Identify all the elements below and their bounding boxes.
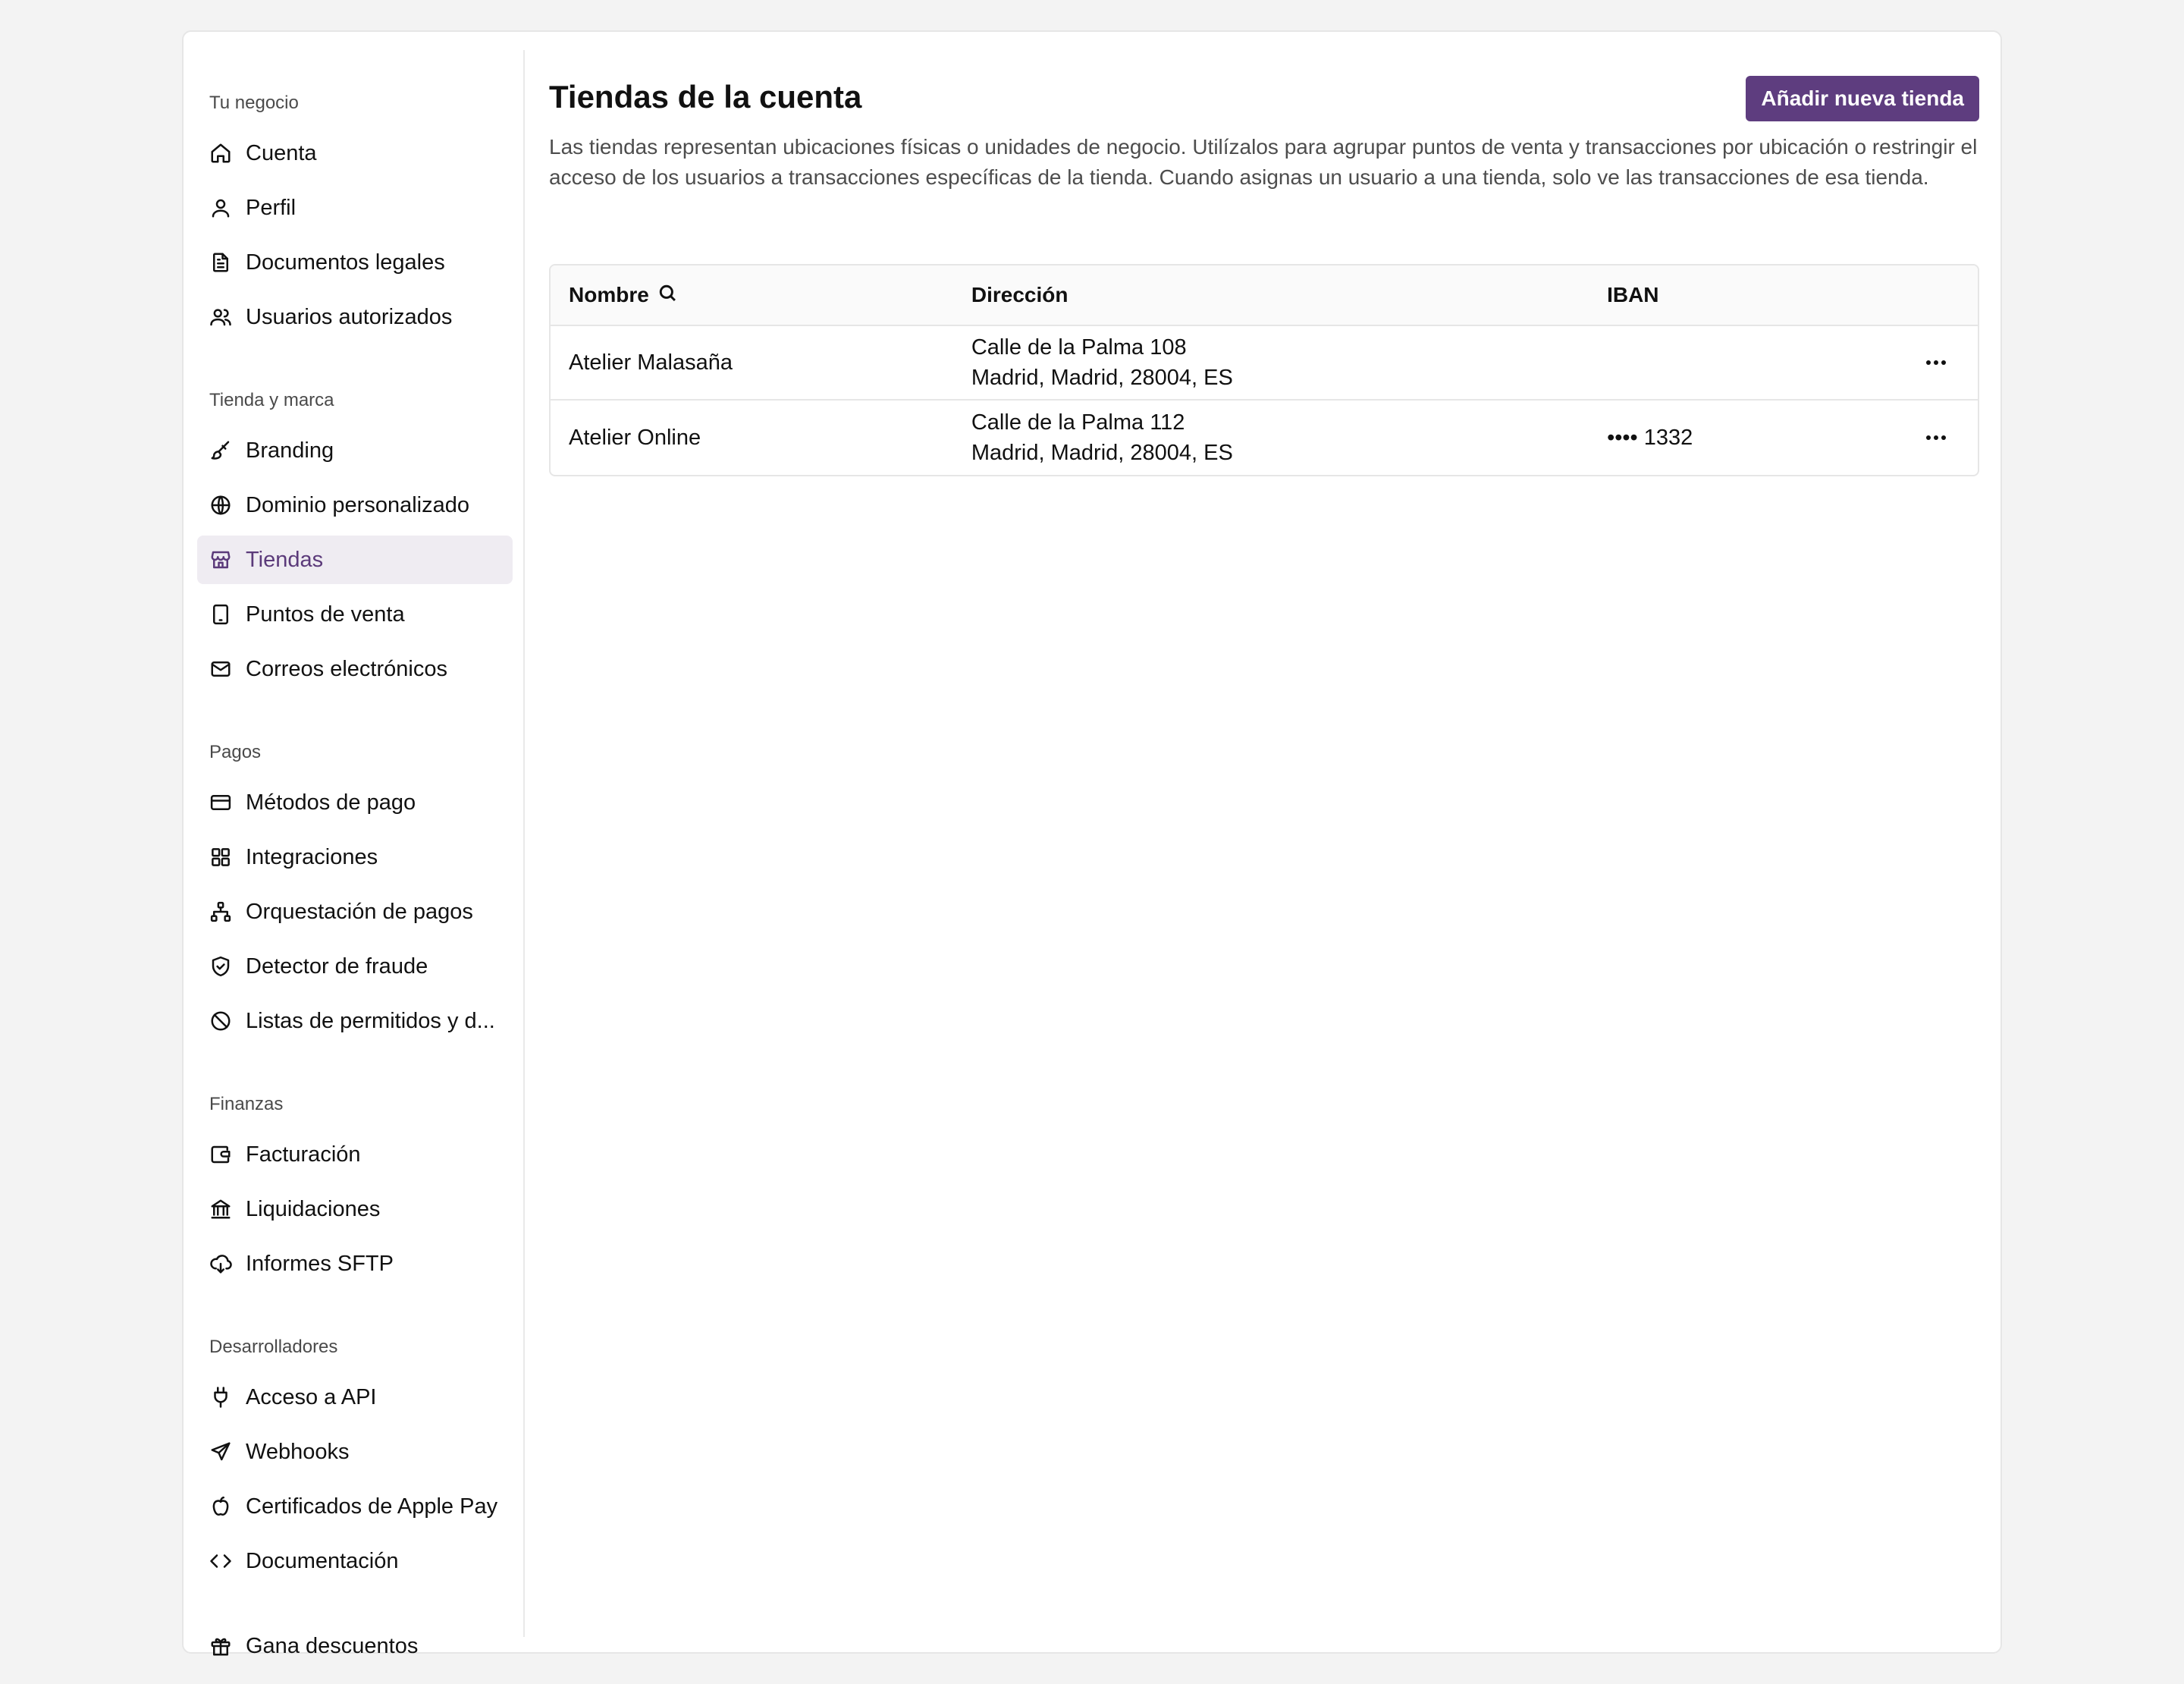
wallet-icon: [209, 1143, 232, 1166]
sidebar-item-label: Documentos legales: [246, 250, 445, 275]
cloud-download-icon: [209, 1252, 232, 1275]
sidebar-item-label: Facturación: [246, 1142, 361, 1167]
sidebar-item-label: Informes SFTP: [246, 1251, 394, 1276]
sidebar-item-cuenta[interactable]: Cuenta: [197, 129, 513, 178]
user-icon: [209, 196, 232, 219]
sidebar-item-certificados-apple-pay[interactable]: Certificados de Apple Pay: [197, 1482, 513, 1531]
section-label-tienda-y-marca: Tienda y marca: [209, 390, 334, 410]
sidebar-item-metodos-de-pago[interactable]: Métodos de pago: [197, 778, 513, 827]
section-label-finanzas: Finanzas: [209, 1094, 284, 1114]
sidebar-item-gana-descuentos[interactable]: Gana descuentos: [197, 1622, 513, 1670]
sidebar-item-label: Correos electrónicos: [246, 656, 447, 681]
store-name: Atelier Online: [569, 425, 701, 450]
section-label-pagos: Pagos: [209, 742, 262, 762]
send-icon: [209, 1441, 232, 1463]
stores-table: Nombre Dirección IBAN Atelier Malasaña C…: [549, 264, 1979, 476]
gift-icon: [209, 1635, 232, 1657]
table-row[interactable]: Atelier Malasaña Calle de la Palma 108 M…: [551, 326, 1978, 401]
home-icon: [209, 142, 232, 165]
sidebar-item-facturacion[interactable]: Facturación: [197, 1130, 513, 1179]
table-row[interactable]: Atelier Online Calle de la Palma 112 Mad…: [551, 401, 1978, 475]
sidebar-item-branding[interactable]: Branding: [197, 426, 513, 475]
sidebar-item-integraciones[interactable]: Integraciones: [197, 833, 513, 881]
column-header-name-label: Nombre: [569, 283, 649, 306]
apple-icon: [209, 1495, 232, 1518]
page-title: Tiendas de la cuenta: [549, 79, 862, 115]
sidebar-item-usuarios-autorizados[interactable]: Usuarios autorizados: [197, 293, 513, 341]
sidebar-item-label: Certificados de Apple Pay: [246, 1494, 498, 1519]
ban-icon: [209, 1010, 232, 1032]
sidebar-item-label: Listas de permitidos y d...: [246, 1008, 495, 1033]
sidebar-item-label: Tiendas: [246, 547, 324, 572]
shield-check-icon: [209, 955, 232, 978]
sidebar-item-puntos-de-venta[interactable]: Puntos de venta: [197, 590, 513, 639]
tablet-icon: [209, 603, 232, 626]
sidebar-item-acceso-a-api[interactable]: Acceso a API: [197, 1373, 513, 1422]
search-icon[interactable]: [649, 282, 678, 309]
sidebar-item-dominio-personalizado[interactable]: Dominio personalizado: [197, 481, 513, 529]
settings-card: Tu negocio Cuenta Perfil Documentos lega…: [182, 30, 2002, 1658]
sidebar-item-label: Dominio personalizado: [246, 492, 469, 517]
page-description: Las tiendas representan ubicaciones físi…: [549, 135, 1978, 189]
store-address: Calle de la Palma 112 Madrid, Madrid, 28…: [971, 407, 1607, 468]
sidebar-item-liquidaciones[interactable]: Liquidaciones: [197, 1185, 513, 1233]
section-label-tu-negocio: Tu negocio: [209, 93, 299, 113]
sidebar-item-label: Branding: [246, 438, 334, 463]
code-icon: [209, 1550, 232, 1572]
sidebar-item-label: Liquidaciones: [246, 1196, 381, 1221]
users-icon: [209, 306, 232, 328]
store-name: Atelier Malasaña: [569, 350, 733, 375]
sidebar-item-webhooks[interactable]: Webhooks: [197, 1428, 513, 1476]
sidebar-item-label: Documentación: [246, 1548, 399, 1573]
sidebar-item-perfil[interactable]: Perfil: [197, 184, 513, 232]
section-label-desarrolladores: Desarrolladores: [209, 1337, 338, 1357]
credit-card-icon: [209, 791, 232, 814]
sidebar-item-documentacion[interactable]: Documentación: [197, 1537, 513, 1585]
column-header-name[interactable]: Nombre: [551, 282, 971, 309]
grid-icon: [209, 846, 232, 869]
mail-icon: [209, 658, 232, 680]
sidebar-item-correos-electronicos[interactable]: Correos electrónicos: [197, 645, 513, 693]
sidebar: Tu negocio Cuenta Perfil Documentos lega…: [197, 50, 525, 1658]
sidebar-item-label: Webhooks: [246, 1439, 350, 1464]
plug-icon: [209, 1386, 232, 1409]
column-header-address: Dirección: [971, 283, 1068, 306]
globe-icon: [209, 494, 232, 517]
table-header-row: Nombre Dirección IBAN: [551, 265, 1978, 326]
sidebar-item-documentos-legales[interactable]: Documentos legales: [197, 238, 513, 287]
sidebar-item-detector-de-fraude[interactable]: Detector de fraude: [197, 942, 513, 991]
sidebar-item-label: Perfil: [246, 195, 297, 220]
store-address-line2: Madrid, Madrid, 28004, ES: [971, 441, 1233, 465]
sidebar-item-label: Puntos de venta: [246, 602, 405, 627]
store-address: Calle de la Palma 108 Madrid, Madrid, 28…: [971, 332, 1607, 393]
sidebar-item-label: Métodos de pago: [246, 790, 416, 815]
document-icon: [209, 251, 232, 274]
network-icon: [209, 900, 232, 923]
more-options-icon[interactable]: [1926, 435, 1947, 440]
more-options-icon[interactable]: [1926, 360, 1947, 365]
sidebar-item-tiendas[interactable]: Tiendas: [197, 536, 513, 584]
column-header-iban: IBAN: [1607, 283, 1659, 306]
store-icon: [209, 548, 232, 571]
add-store-button[interactable]: Añadir nueva tienda: [1746, 76, 1979, 121]
sidebar-item-listas-de-permitidos[interactable]: Listas de permitidos y d...: [197, 997, 513, 1045]
sidebar-item-label: Cuenta: [246, 140, 317, 165]
bank-icon: [209, 1198, 232, 1221]
brush-icon: [209, 439, 232, 462]
sidebar-item-informes-sftp[interactable]: Informes SFTP: [197, 1239, 513, 1288]
sidebar-item-label: Orquestación de pagos: [246, 899, 473, 924]
store-address-line2: Madrid, Madrid, 28004, ES: [971, 366, 1233, 390]
sidebar-item-label: Acceso a API: [246, 1384, 377, 1409]
sidebar-item-orquestacion-de-pagos[interactable]: Orquestación de pagos: [197, 888, 513, 936]
sidebar-item-label: Gana descuentos: [246, 1633, 419, 1658]
sidebar-item-label: Integraciones: [246, 844, 378, 869]
store-address-line1: Calle de la Palma 112: [971, 410, 1185, 435]
store-address-line1: Calle de la Palma 108: [971, 335, 1187, 360]
sidebar-item-label: Usuarios autorizados: [246, 304, 453, 329]
store-iban: •••• 1332: [1607, 425, 1693, 450]
sidebar-item-label: Detector de fraude: [246, 954, 428, 979]
